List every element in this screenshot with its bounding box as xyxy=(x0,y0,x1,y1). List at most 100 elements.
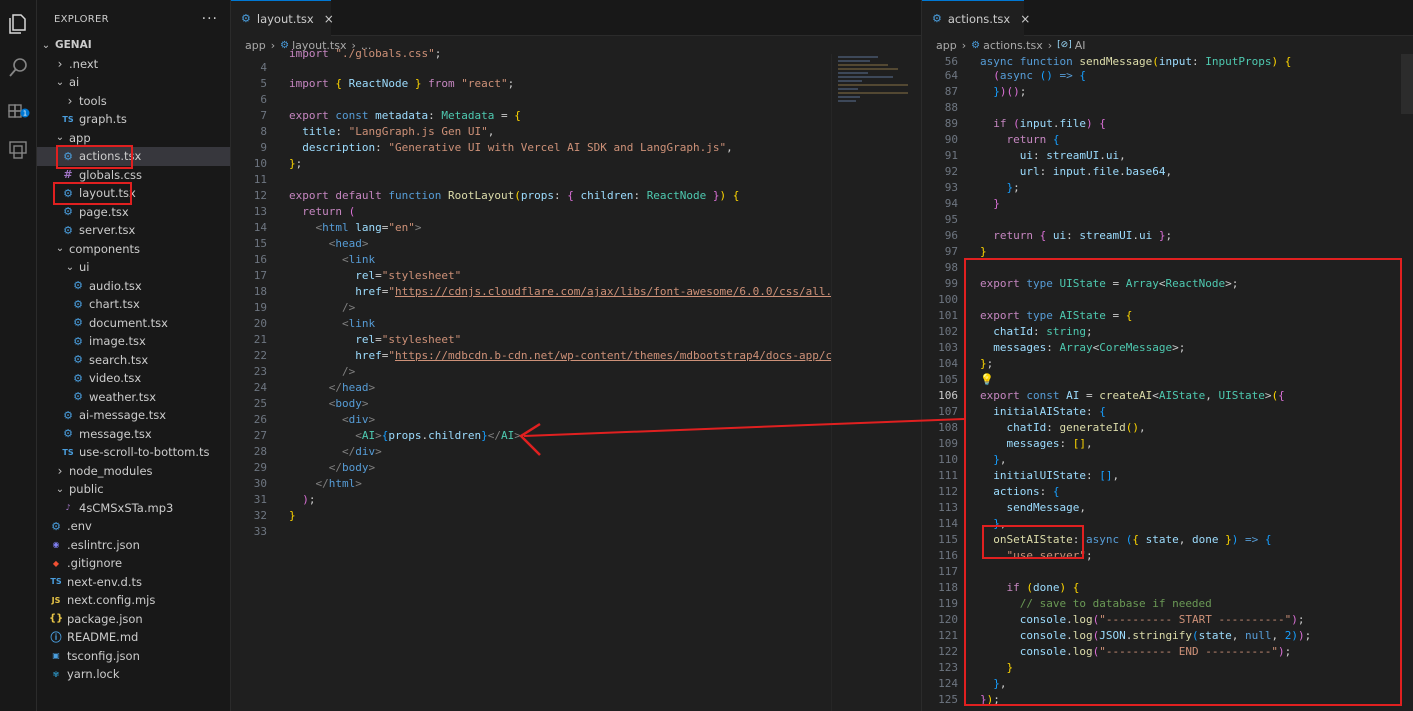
code-line: 7 export const metadata: Metadata = { xyxy=(260,109,521,122)
code-line: 91 ui: streamUI.ui, xyxy=(944,149,1126,162)
tree-item-label: next.config.mjs xyxy=(67,593,156,608)
annotation-box-layout xyxy=(53,182,132,205)
tree-item-label: GENAI xyxy=(55,39,92,52)
tree-item-label: .gitignore xyxy=(67,556,123,571)
code-line: 30 </html> xyxy=(253,477,362,490)
tree-folder[interactable]: ⌄ ui xyxy=(37,258,230,277)
chevron-down-icon: ⌄ xyxy=(55,132,65,144)
code-line: 15 <head> xyxy=(253,237,369,250)
tree-item-label: search.tsx xyxy=(89,352,149,367)
tree-item-label: .next xyxy=(69,56,99,71)
code-line: 29 </body> xyxy=(253,461,376,474)
tree-item-label: document.tsx xyxy=(89,315,168,330)
code-line: 90 return { xyxy=(944,133,1060,146)
more-actions-icon[interactable]: ··· xyxy=(202,11,218,27)
chevron-down-icon: ⌄ xyxy=(55,483,65,495)
tree-file[interactable]: ⚙ image.tsx xyxy=(37,332,230,351)
explorer-icon[interactable] xyxy=(6,12,30,36)
breadcrumb-item[interactable]: app xyxy=(936,39,957,52)
editor-group-left: ⚙ layout.tsx × app › ⚙ layout.tsx › ... … xyxy=(231,0,921,711)
breadcrumb-item[interactable]: AI xyxy=(1075,39,1086,52)
explorer-title: EXPLORER xyxy=(54,13,109,25)
tab-actions-tsx[interactable]: ⚙ actions.tsx × xyxy=(922,0,1030,36)
minimap[interactable] xyxy=(831,54,921,711)
tree-item-label: ui xyxy=(79,260,90,275)
breadcrumb-item[interactable]: actions.tsx xyxy=(983,39,1043,52)
code-line: 10}; xyxy=(253,157,303,170)
tab-bar-right: ⚙ actions.tsx × xyxy=(922,0,1413,36)
tree-file[interactable]: ⚙ document.tsx xyxy=(37,314,230,333)
tree-item-label: README.md xyxy=(67,630,139,645)
close-icon[interactable]: × xyxy=(324,12,334,26)
remote-explorer-icon[interactable] xyxy=(6,138,30,162)
tree-file[interactable]: ⚙ weather.tsx xyxy=(37,388,230,407)
tree-file[interactable]: TS use-scroll-to-bottom.ts xyxy=(37,443,230,462)
code-line: 96 return { ui: streamUI.ui }; xyxy=(944,229,1173,242)
react-file-icon: ⚙ xyxy=(73,334,83,348)
tree-file[interactable]: ⚙ message.tsx xyxy=(37,425,230,444)
react-file-icon: ⚙ xyxy=(73,279,83,293)
tree-item-label: video.tsx xyxy=(89,371,142,386)
tree-item-label: ai xyxy=(69,75,80,90)
typescript-icon: TS xyxy=(50,577,62,587)
tree-file[interactable]: ⚙ .env xyxy=(37,517,230,536)
annotation-box-ai-block xyxy=(964,258,1402,706)
chevron-down-icon: ⌄ xyxy=(41,39,51,51)
chevron-down-icon: ⌄ xyxy=(55,76,65,88)
code-line: 92 url: input.file.base64, xyxy=(944,165,1173,178)
tree-item-label: .eslintrc.json xyxy=(67,537,140,552)
tree-item-label: use-scroll-to-bottom.ts xyxy=(79,445,210,460)
chevron-right-icon: › xyxy=(57,463,63,478)
code-line: 9 description: "Generative UI with Verce… xyxy=(260,141,733,154)
javascript-icon: JS xyxy=(51,595,61,605)
annotation-box-onsetaistate xyxy=(982,525,1084,559)
tree-file[interactable]: ⚙ chart.tsx xyxy=(37,295,230,314)
tree-item-label: .env xyxy=(67,519,92,534)
tree-file[interactable]: ✾ yarn.lock xyxy=(37,665,230,684)
tree-folder[interactable]: › .next xyxy=(37,55,230,74)
react-file-icon: ⚙ xyxy=(73,316,83,330)
chevron-right-icon: › xyxy=(961,38,967,52)
tree-item-label: node_modules xyxy=(69,463,153,478)
code-line: 23 /> xyxy=(253,365,356,378)
tree-file[interactable]: ▣ tsconfig.json xyxy=(37,647,230,666)
typescript-icon: TS xyxy=(62,114,74,124)
tree-folder[interactable]: ⌄ public xyxy=(37,480,230,499)
tree-file[interactable]: ⚙ page.tsx xyxy=(37,203,230,222)
code-line: 95 xyxy=(944,213,958,226)
tab-layout-tsx[interactable]: ⚙ layout.tsx × xyxy=(231,0,334,36)
tree-file[interactable]: TS next-env.d.ts xyxy=(37,573,230,592)
symbol-variable-icon: [⊘] xyxy=(1057,40,1072,50)
tree-item-label: page.tsx xyxy=(79,204,129,219)
tree-folder[interactable]: ⌄ GENAI xyxy=(37,36,230,55)
tree-item-label: yarn.lock xyxy=(67,667,120,682)
tree-folder[interactable]: › tools xyxy=(37,92,230,111)
tree-folder[interactable]: › node_modules xyxy=(37,462,230,481)
search-icon[interactable] xyxy=(6,56,30,80)
tree-file[interactable]: ◆ .gitignore xyxy=(37,554,230,573)
file-tree: ⌄ GENAI › .next ⌄ ai › tools TS graph.ts ⌄ app ⚙ acti… xyxy=(37,36,230,684)
tree-file[interactable]: ⚙ audio.tsx xyxy=(37,277,230,296)
scrollbar[interactable] xyxy=(1401,54,1413,114)
close-icon[interactable]: × xyxy=(1020,12,1030,26)
tree-file[interactable]: TS graph.ts xyxy=(37,110,230,129)
extensions-icon[interactable]: 1 xyxy=(6,96,30,120)
tree-file[interactable]: ♪ 4sCMSxSTa.mp3 xyxy=(37,499,230,518)
tree-file[interactable]: ◉ .eslintrc.json xyxy=(37,536,230,555)
tree-file[interactable]: ⚙ ai-message.tsx xyxy=(37,406,230,425)
react-file-icon: ⚙ xyxy=(51,519,61,533)
tree-file[interactable]: {} package.json xyxy=(37,610,230,629)
tree-item-label: package.json xyxy=(67,611,143,626)
tree-folder[interactable]: ⌄ ai xyxy=(37,73,230,92)
tree-file[interactable]: ⚙ server.tsx xyxy=(37,221,230,240)
tree-file[interactable]: ⓘ README.md xyxy=(37,628,230,647)
tree-file[interactable]: JS next.config.mjs xyxy=(37,591,230,610)
tree-item-label: next-env.d.ts xyxy=(67,574,143,589)
chevron-right-icon: › xyxy=(57,56,63,71)
tree-folder[interactable]: ⌄ components xyxy=(37,240,230,259)
tree-file[interactable]: ⚙ video.tsx xyxy=(37,369,230,388)
code-line: 31 ); xyxy=(253,493,316,506)
chevron-down-icon: ⌄ xyxy=(65,261,75,273)
react-file-icon: ⚙ xyxy=(73,297,83,311)
tree-file[interactable]: ⚙ search.tsx xyxy=(37,351,230,370)
